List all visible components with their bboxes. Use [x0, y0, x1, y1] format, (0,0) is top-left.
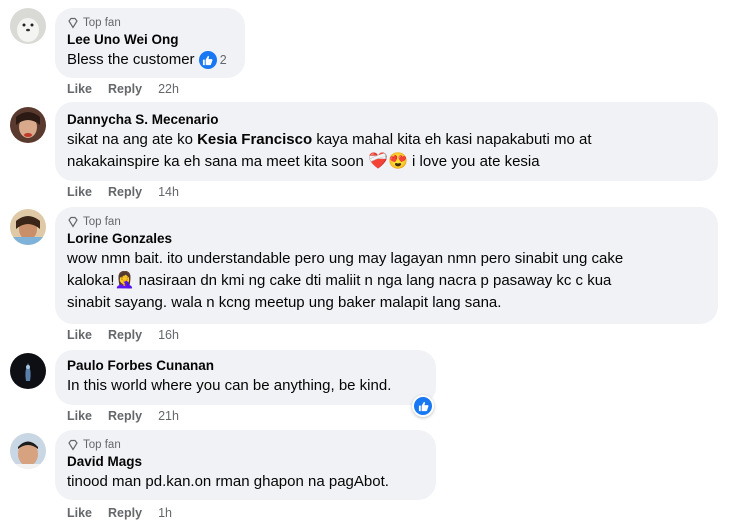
avatar[interactable]	[10, 353, 46, 389]
comment-actions: Like Reply 14h	[67, 185, 179, 199]
top-fan-badge: Top fan	[67, 437, 424, 453]
comment-actions: Like Reply 1h	[67, 506, 172, 520]
diamond-icon	[68, 439, 78, 451]
mending-heart-emoji: ❤️‍🩹	[368, 153, 388, 171]
reply-button[interactable]: Reply	[108, 185, 142, 199]
reaction-summary[interactable]: 2	[198, 49, 227, 71]
timestamp[interactable]: 14h	[158, 185, 179, 199]
diamond-icon	[68, 17, 78, 29]
heart-eyes-emoji: 😍	[387, 153, 408, 171]
comment-bubble: Dannycha S. Mecenario sikat na ang ate k…	[55, 102, 718, 181]
like-button[interactable]: Like	[67, 185, 92, 199]
reply-button[interactable]: Reply	[108, 409, 142, 423]
like-button[interactable]: Like	[67, 328, 92, 342]
like-button[interactable]: Like	[67, 506, 92, 520]
like-button[interactable]: Like	[67, 82, 92, 96]
comment-text: Bless the customer 2	[67, 49, 233, 71]
reply-button[interactable]: Reply	[108, 328, 142, 342]
timestamp[interactable]: 22h	[158, 82, 179, 96]
comment-text: sikat na ang ate ko Kesia Francisco kaya…	[67, 131, 592, 171]
avatar[interactable]	[10, 107, 46, 143]
commenter-name[interactable]: Paulo Forbes Cunanan	[67, 357, 424, 375]
reply-button[interactable]: Reply	[108, 82, 142, 96]
timestamp[interactable]: 16h	[158, 328, 179, 342]
facepalm-emoji: 🤦‍♀️	[114, 272, 135, 290]
like-button[interactable]: Like	[67, 409, 92, 423]
commenter-name[interactable]: Lorine Gonzales	[67, 230, 706, 248]
mention-link[interactable]: Kesia Francisco	[197, 131, 312, 148]
top-fan-badge: Top fan	[67, 214, 706, 230]
commenter-name[interactable]: Dannycha S. Mecenario	[67, 111, 706, 129]
commenter-name[interactable]: David Mags	[67, 453, 424, 471]
avatar[interactable]	[10, 8, 46, 44]
diamond-icon	[68, 216, 78, 228]
comment-bubble: Top fan Lorine Gonzales wow nmn bait. it…	[55, 207, 718, 324]
timestamp[interactable]: 1h	[158, 506, 172, 520]
like-reaction-icon	[414, 397, 432, 415]
comment-actions: Like Reply 16h	[67, 328, 179, 342]
avatar[interactable]	[10, 433, 46, 469]
comment-actions: Like Reply 22h	[67, 82, 179, 96]
reaction-count: 2	[219, 53, 227, 68]
comment-actions: Like Reply 21h	[67, 409, 179, 423]
comment-bubble: Paulo Forbes Cunanan In this world where…	[55, 350, 436, 405]
top-fan-badge: Top fan	[67, 15, 233, 31]
comment-bubble: Top fan David Mags tinood man pd.kan.on …	[55, 430, 436, 500]
avatar[interactable]	[10, 209, 46, 245]
reply-button[interactable]: Reply	[108, 506, 142, 520]
reaction-summary[interactable]	[412, 395, 434, 417]
comment-text: wow nmn bait. ito understandable pero un…	[67, 250, 624, 312]
like-reaction-icon	[198, 51, 217, 70]
comment-text: In this world where you can be anything,…	[67, 377, 392, 394]
comment-bubble: Top fan Lee Uno Wei Ong Bless the custom…	[55, 8, 245, 78]
comment-text: tinood man pd.kan.on rman ghapon na pagA…	[67, 473, 389, 490]
timestamp[interactable]: 21h	[158, 409, 179, 423]
commenter-name[interactable]: Lee Uno Wei Ong	[67, 31, 233, 49]
